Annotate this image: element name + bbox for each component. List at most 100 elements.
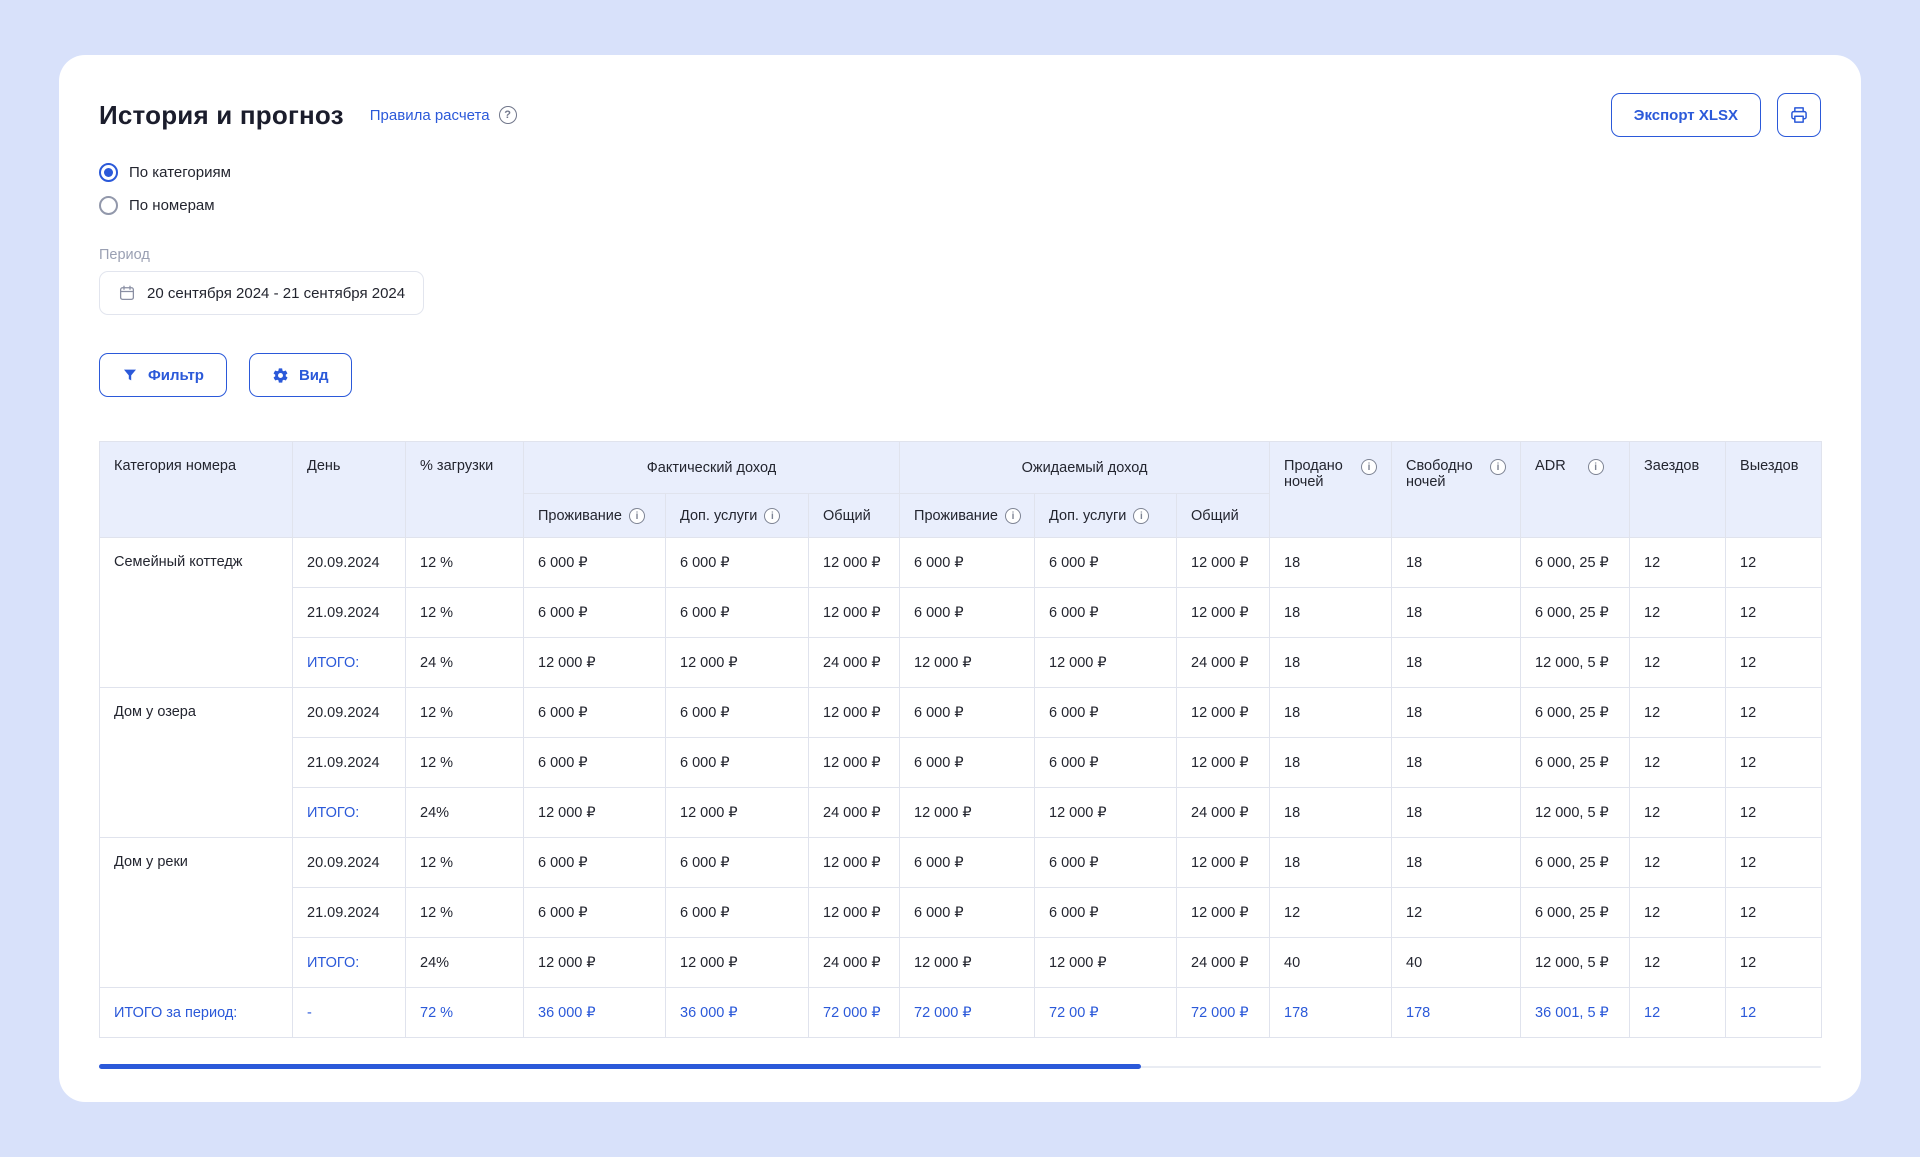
col-group-actual-income: Фактический доход (524, 442, 900, 494)
load-cell: 12 % (406, 888, 524, 938)
free-nights-cell: 18 (1392, 638, 1521, 688)
view-settings-button[interactable]: Вид (249, 353, 352, 397)
expected-extra-services-cell: 12 000 ₽ (1035, 788, 1177, 838)
category-cell: Дом у озера (100, 688, 293, 838)
page-title: История и прогноз (99, 100, 344, 131)
actual-extra-services-cell: 36 000 ₽ (666, 988, 809, 1038)
actual-total-cell: 12 000 ₽ (809, 688, 900, 738)
actual-extra-services-cell: 6 000 ₽ (666, 588, 809, 638)
category-cell: Дом у реки (100, 838, 293, 988)
actual-extra-services-cell: 12 000 ₽ (666, 788, 809, 838)
arrivals-cell: 12 (1630, 988, 1726, 1038)
expected-extra-services-cell: 6 000 ₽ (1035, 588, 1177, 638)
col-header-arrivals: Заездов (1630, 442, 1726, 538)
load-cell: 12 % (406, 838, 524, 888)
info-icon[interactable]: i (764, 508, 780, 524)
table-row: 21.09.202412 %6 000 ₽6 000 ₽12 000 ₽6 00… (100, 738, 1822, 788)
actual-total-cell: 12 000 ₽ (809, 538, 900, 588)
radio-by-categories[interactable]: По категориям (99, 163, 231, 182)
info-icon[interactable]: i (1005, 508, 1021, 524)
col-group-expected-income: Ожидаемый доход (900, 442, 1270, 494)
info-icon[interactable]: i (1361, 459, 1377, 475)
expected-total-cell: 12 000 ₽ (1177, 838, 1270, 888)
expected-extra-services-cell: 6 000 ₽ (1035, 838, 1177, 888)
load-cell: 24% (406, 938, 524, 988)
table-toolbar: Фильтр Вид (99, 353, 1821, 397)
view-settings-button-label: Вид (299, 367, 329, 384)
arrivals-cell: 12 (1630, 738, 1726, 788)
actual-accommodation-cell: 6 000 ₽ (524, 588, 666, 638)
help-icon[interactable]: ? (499, 106, 517, 124)
table-row: Дом у реки20.09.202412 %6 000 ₽6 000 ₽12… (100, 838, 1822, 888)
filter-funnel-icon (122, 367, 138, 383)
expected-accommodation-cell: 6 000 ₽ (900, 738, 1035, 788)
departures-cell: 12 (1726, 688, 1822, 738)
col-header-expected-total: Общий (1177, 494, 1270, 538)
main-card: История и прогноз Правила расчета ? Эксп… (59, 55, 1861, 1102)
filter-button-label: Фильтр (148, 367, 204, 384)
expected-total-cell: 12 000 ₽ (1177, 738, 1270, 788)
sold-nights-cell: 12 (1270, 888, 1392, 938)
col-header-expected-accommodation: Проживание i (900, 494, 1035, 538)
arrivals-cell: 12 (1630, 538, 1726, 588)
table-row: Дом у озера20.09.202412 %6 000 ₽6 000 ₽1… (100, 688, 1822, 738)
arrivals-cell: 12 (1630, 788, 1726, 838)
load-cell: 12 % (406, 688, 524, 738)
expected-total-cell: 12 000 ₽ (1177, 888, 1270, 938)
actual-extra-services-cell: 6 000 ₽ (666, 888, 809, 938)
departures-cell: 12 (1726, 838, 1822, 888)
col-header-sold-nights: Продано ночейi (1270, 442, 1392, 538)
adr-cell: 6 000, 25 ₽ (1521, 588, 1630, 638)
table-header: Категория номера День % загрузки Фактиче… (100, 442, 1822, 538)
horizontal-scrollbar[interactable] (99, 1064, 1821, 1070)
radio-by-rooms-label: По номерам (129, 197, 215, 214)
expected-extra-services-cell: 6 000 ₽ (1035, 888, 1177, 938)
calendar-icon (118, 284, 136, 302)
actual-total-cell: 72 000 ₽ (809, 988, 900, 1038)
print-button[interactable] (1777, 93, 1821, 137)
info-icon[interactable]: i (629, 508, 645, 524)
period-date-range-picker[interactable]: 20 сентября 2024 - 21 сентября 2024 (99, 271, 424, 315)
sold-nights-cell: 18 (1270, 838, 1392, 888)
export-xlsx-button[interactable]: Экспорт XLSX (1611, 93, 1761, 137)
expected-extra-services-cell: 6 000 ₽ (1035, 538, 1177, 588)
expected-accommodation-cell: 12 000 ₽ (900, 788, 1035, 838)
adr-cell: 6 000, 25 ₽ (1521, 538, 1630, 588)
col-header-expected-extra-services: Доп. услуги i (1035, 494, 1177, 538)
expected-total-cell: 24 000 ₽ (1177, 638, 1270, 688)
col-header-load: % загрузки (406, 442, 524, 538)
departures-cell: 12 (1726, 738, 1822, 788)
adr-cell: 6 000, 25 ₽ (1521, 738, 1630, 788)
adr-label: ADR (1535, 458, 1566, 474)
actual-total-cell: 12 000 ₽ (809, 738, 900, 788)
actual-accommodation-cell: 12 000 ₽ (524, 938, 666, 988)
sold-nights-cell: 18 (1270, 688, 1392, 738)
info-icon[interactable]: i (1490, 459, 1506, 475)
day-cell: - (293, 988, 406, 1038)
period-total-row: ИТОГО за период:-72 %36 000 ₽36 000 ₽72 … (100, 988, 1822, 1038)
gear-icon (272, 367, 289, 384)
sold-nights-cell: 18 (1270, 738, 1392, 788)
col-header-adr: ADR i (1521, 442, 1630, 538)
calculation-rules-link[interactable]: Правила расчета ? (370, 106, 517, 124)
free-nights-cell: 18 (1392, 838, 1521, 888)
actual-accommodation-cell: 6 000 ₽ (524, 838, 666, 888)
actual-accommodation-cell: 6 000 ₽ (524, 688, 666, 738)
actual-total-cell: 12 000 ₽ (809, 838, 900, 888)
free-nights-cell: 40 (1392, 938, 1521, 988)
info-icon[interactable]: i (1133, 508, 1149, 524)
page-background: История и прогноз Правила расчета ? Эксп… (0, 0, 1920, 1157)
group-total-row: ИТОГО:24 %12 000 ₽12 000 ₽24 000 ₽12 000… (100, 638, 1822, 688)
expected-total-cell: 72 000 ₽ (1177, 988, 1270, 1038)
adr-cell: 6 000, 25 ₽ (1521, 888, 1630, 938)
extra-services-label: Доп. услуги (1049, 508, 1126, 524)
radio-by-rooms[interactable]: По номерам (99, 196, 215, 215)
accommodation-label: Проживание (914, 508, 998, 524)
adr-cell: 6 000, 25 ₽ (1521, 688, 1630, 738)
period-total-label-cell: ИТОГО за период: (100, 988, 293, 1038)
filter-button[interactable]: Фильтр (99, 353, 227, 397)
info-icon[interactable]: i (1588, 459, 1604, 475)
scrollbar-thumb[interactable] (99, 1064, 1141, 1069)
col-header-free-nights: Свободно ночейi (1392, 442, 1521, 538)
actual-accommodation-cell: 12 000 ₽ (524, 638, 666, 688)
